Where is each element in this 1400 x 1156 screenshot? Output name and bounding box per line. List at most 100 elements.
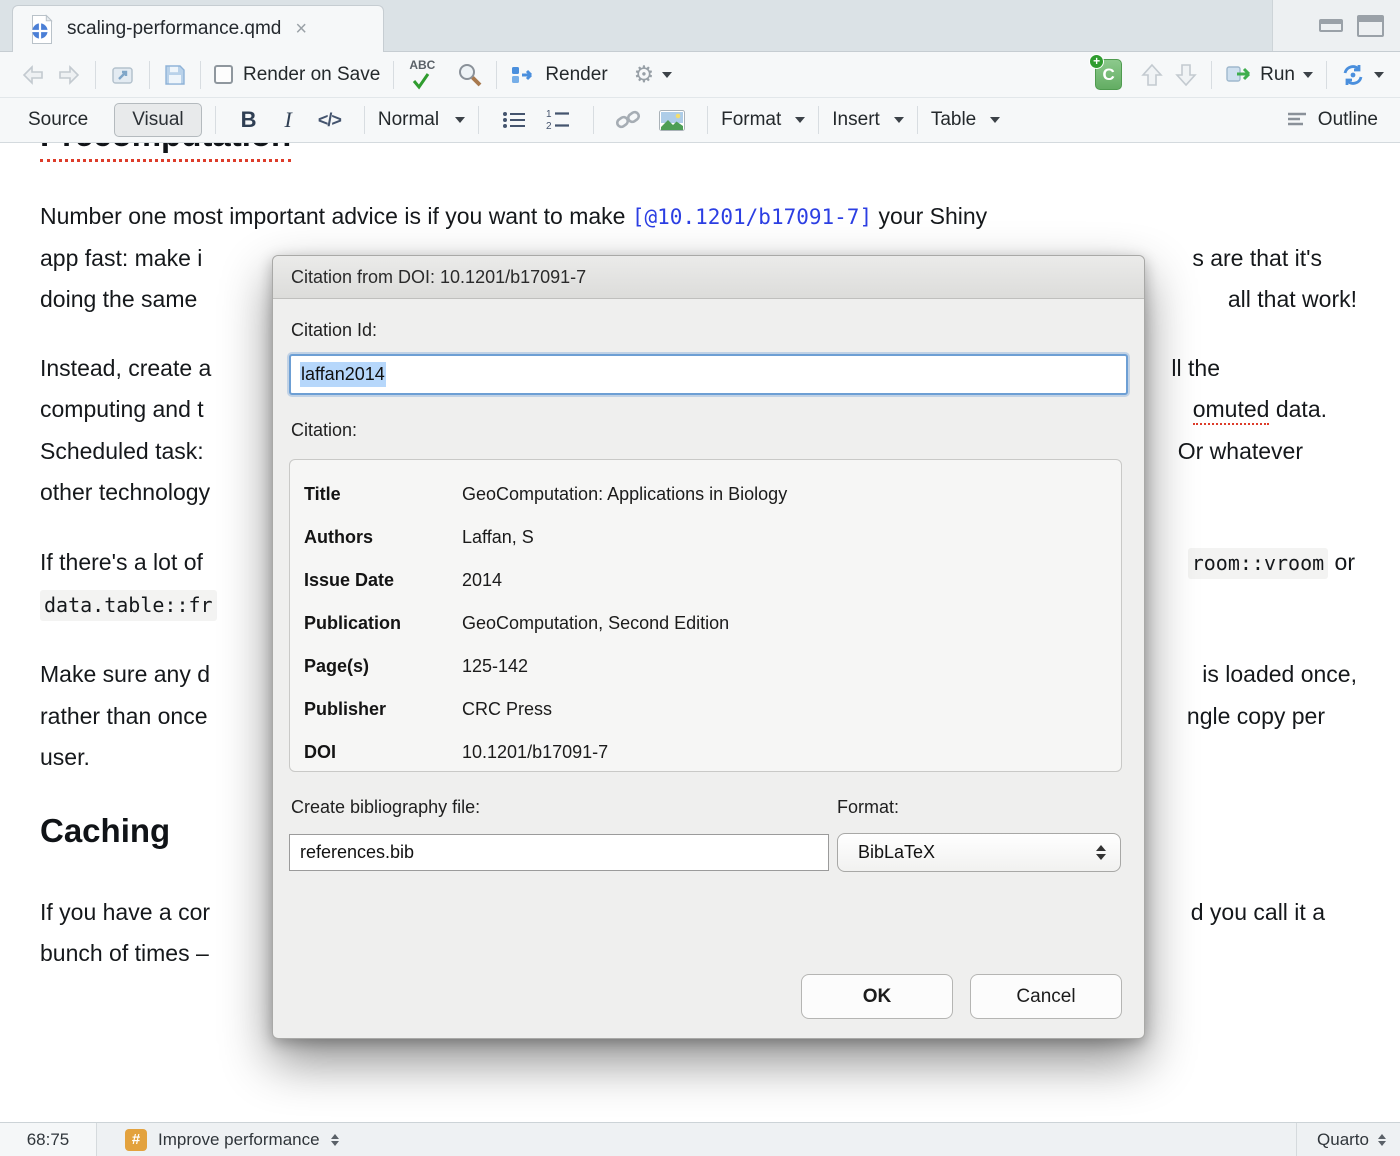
popout-window-icon xyxy=(109,62,136,88)
sync-icon xyxy=(1340,63,1366,87)
find-button[interactable] xyxy=(457,62,483,88)
open-in-new-window-button[interactable] xyxy=(109,62,136,88)
paragraph-line: If there's a lot of xyxy=(40,549,203,576)
separator xyxy=(818,106,819,134)
render-button[interactable]: Render xyxy=(510,63,607,87)
inline-code: data.table::fr xyxy=(40,590,217,621)
go-to-next-chunk-button[interactable] xyxy=(1174,62,1198,88)
source-mode-button[interactable]: Source xyxy=(28,109,88,131)
paragraph-line: omuted data. xyxy=(1193,396,1327,423)
save-button[interactable] xyxy=(163,63,187,87)
citation-id-input[interactable]: laffan2014 xyxy=(289,354,1128,395)
section-navigator[interactable]: # Improve performance xyxy=(125,1129,339,1151)
checkbox-icon[interactable] xyxy=(214,65,233,84)
paragraph-line: Instead, create a xyxy=(40,355,211,382)
spellcheck-button[interactable]: ABC xyxy=(407,60,441,90)
link-icon xyxy=(615,108,642,132)
insert-chunk-icon: C+ xyxy=(1095,59,1122,90)
separator xyxy=(215,106,216,134)
separator xyxy=(200,61,201,89)
paragraph-line: Or whatever xyxy=(1178,438,1303,465)
chevron-down-icon xyxy=(455,117,465,123)
paragraph-line: is loaded once, xyxy=(1202,661,1357,688)
insert-link-button[interactable] xyxy=(615,108,642,132)
numbered-list-button[interactable]: 12 xyxy=(545,108,571,132)
separator xyxy=(364,106,365,134)
image-icon xyxy=(658,109,686,132)
separator xyxy=(917,106,918,134)
bibliography-file-input[interactable]: references.bib xyxy=(289,834,829,871)
outline-toggle-button[interactable]: Outline xyxy=(1286,109,1378,131)
ok-button[interactable]: OK xyxy=(801,974,953,1019)
maximize-pane-icon[interactable] xyxy=(1357,15,1384,37)
citation-field-row: DOI10.1201/b17091-7 xyxy=(304,731,1107,774)
chevron-down-icon xyxy=(795,117,805,123)
insert-chunk-button[interactable]: C+ xyxy=(1095,59,1122,90)
cursor-position[interactable]: 68:75 xyxy=(0,1123,97,1156)
citation-label: Citation: xyxy=(291,420,357,441)
citation-token[interactable]: [@10.1201/b17091-7] xyxy=(632,205,872,229)
tab-scaling-performance[interactable]: scaling-performance.qmd × xyxy=(12,5,384,52)
paragraph-line: all that work! xyxy=(1228,286,1357,313)
separator xyxy=(478,106,479,134)
paragraph-line: user. xyxy=(40,744,90,771)
file-type-selector[interactable]: Quarto xyxy=(1296,1123,1400,1156)
main-toolbar: Render on Save ABC Render ⚙ C+ Run xyxy=(0,52,1400,98)
paragraph-line: bunch of times – xyxy=(40,940,209,967)
visual-mode-button[interactable]: Visual xyxy=(114,103,201,137)
file-type-label: Quarto xyxy=(1317,1130,1369,1150)
selected-text: laffan2014 xyxy=(300,362,386,387)
heading-hash-icon: # xyxy=(125,1129,147,1151)
paragraph-style-value: Normal xyxy=(378,109,439,131)
chevron-down-icon xyxy=(894,117,904,123)
separator xyxy=(95,61,96,89)
paragraph-line: Make sure any d xyxy=(40,661,210,688)
paragraph-line: Number one most important advice is if y… xyxy=(40,203,987,230)
tab-close-icon[interactable]: × xyxy=(295,19,307,39)
bold-button[interactable]: B xyxy=(241,107,257,133)
citation-field-row: TitleGeoComputation: Applications in Bio… xyxy=(304,473,1107,516)
citation-field-row: PublicationGeoComputation, Second Editio… xyxy=(304,602,1107,645)
paragraph-style-dropdown[interactable]: Normal xyxy=(378,109,465,131)
paragraph-line: ngle copy per xyxy=(1187,703,1325,730)
dialog-title-bar[interactable]: Citation from DOI: 10.1201/b17091-7 xyxy=(273,256,1144,299)
editor-format-toolbar: Source Visual B I </> Normal 12 Format I… xyxy=(0,98,1400,143)
back-arrow-icon xyxy=(20,63,47,87)
render-on-save-checkbox[interactable]: Render on Save xyxy=(214,64,380,86)
paragraph-line: room::vroom or xyxy=(1188,549,1355,576)
paragraph-line: s are that it's xyxy=(1192,245,1322,272)
cancel-button[interactable]: Cancel xyxy=(970,974,1122,1019)
gear-icon: ⚙ xyxy=(634,63,655,86)
inline-code: room::vroom xyxy=(1188,548,1328,579)
run-button[interactable]: Run xyxy=(1225,64,1313,86)
format-menu[interactable]: Format xyxy=(721,109,805,131)
source-refresh-button[interactable] xyxy=(1340,63,1384,87)
tab-strip: scaling-performance.qmd × xyxy=(0,0,1400,52)
render-label: Render xyxy=(545,64,607,86)
paragraph-line: data.table::fr xyxy=(40,591,217,618)
svg-text:2: 2 xyxy=(546,121,552,132)
dialog-title: Citation from DOI: 10.1201/b17091-7 xyxy=(291,267,586,288)
table-menu[interactable]: Table xyxy=(931,109,1000,131)
forward-button[interactable] xyxy=(55,63,82,87)
render-settings-button[interactable]: ⚙ xyxy=(634,63,673,86)
paragraph-line: Scheduled task: xyxy=(40,438,210,465)
bullet-list-button[interactable] xyxy=(501,109,527,131)
render-on-save-label: Render on Save xyxy=(243,64,380,86)
select-spinner-icon xyxy=(1096,845,1106,860)
italic-button[interactable]: I xyxy=(281,107,296,133)
insert-menu-label: Insert xyxy=(832,109,880,131)
down-arrow-icon xyxy=(1174,62,1198,88)
format-select[interactable]: BibLaTeX xyxy=(837,833,1121,872)
insert-menu[interactable]: Insert xyxy=(832,109,904,131)
code-format-button[interactable]: </> xyxy=(318,110,341,131)
insert-image-button[interactable] xyxy=(658,109,686,132)
separator xyxy=(1211,61,1212,89)
back-button[interactable] xyxy=(20,63,47,87)
heading-caching: Caching xyxy=(40,812,170,850)
outline-icon xyxy=(1286,110,1310,130)
minimize-pane-icon[interactable] xyxy=(1319,19,1343,32)
status-bar: 68:75 # Improve performance Quarto xyxy=(0,1122,1400,1156)
separator xyxy=(707,106,708,134)
go-to-previous-chunk-button[interactable] xyxy=(1140,62,1164,88)
